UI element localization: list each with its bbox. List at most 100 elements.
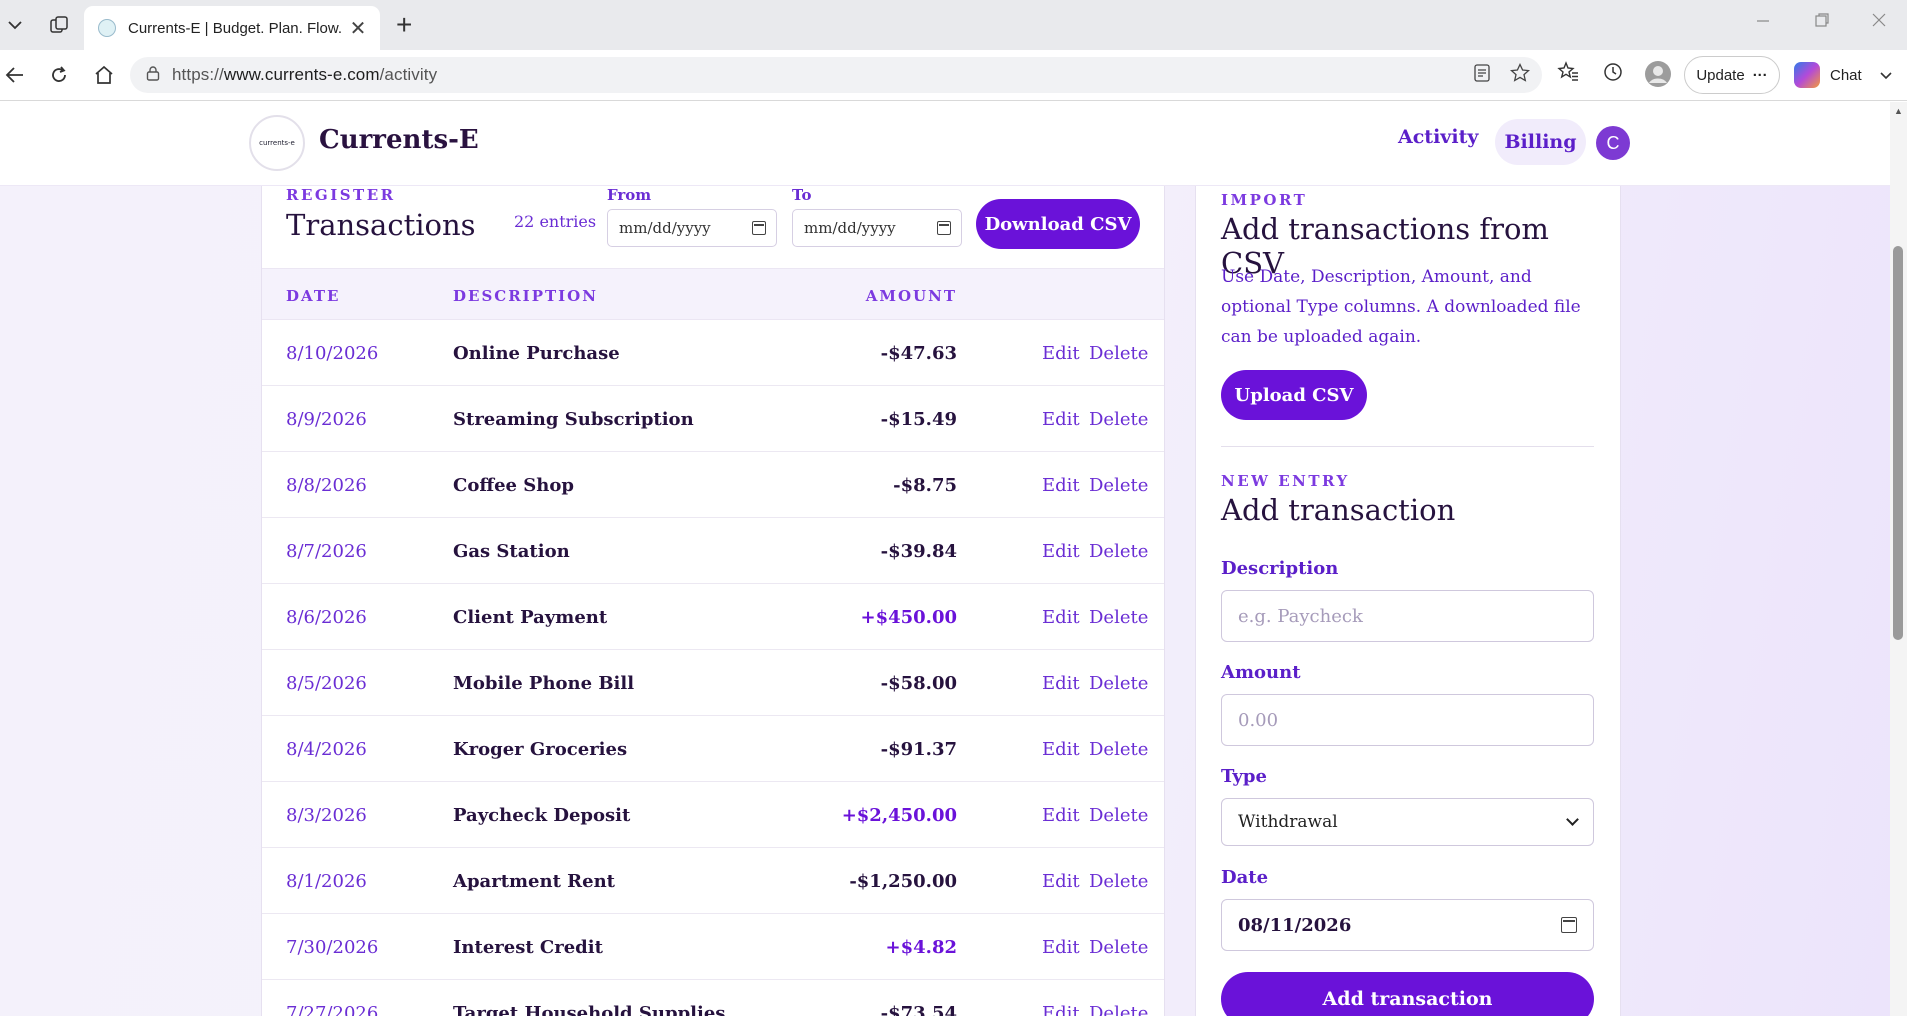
to-date-placeholder: mm/dd/yyyy — [804, 219, 896, 237]
row-date: 8/8/2026 — [286, 475, 367, 496]
profile-icon[interactable] — [1644, 60, 1672, 93]
calendar-icon[interactable] — [1561, 917, 1577, 933]
row-amount: -$58.00 — [880, 673, 957, 694]
scrollbar-thumb[interactable] — [1893, 246, 1903, 640]
minimize-icon[interactable] — [1756, 10, 1770, 33]
site-favicon-icon — [98, 19, 116, 37]
home-icon[interactable] — [90, 61, 118, 89]
edit-link[interactable]: Edit — [1042, 409, 1080, 430]
delete-link[interactable]: Delete — [1089, 805, 1148, 826]
chat-chevron-down-icon[interactable] — [1880, 67, 1892, 84]
edit-link[interactable]: Edit — [1042, 739, 1080, 760]
to-date-input[interactable]: mm/dd/yyyy — [792, 209, 962, 247]
edit-link[interactable]: Edit — [1042, 475, 1080, 496]
row-amount: +$4.82 — [885, 937, 957, 958]
delete-link[interactable]: Delete — [1089, 1003, 1148, 1016]
tab-close-icon[interactable]: ✕ — [348, 16, 368, 41]
update-button[interactable]: Update ··· — [1684, 56, 1780, 94]
workspaces-icon[interactable] — [46, 12, 72, 38]
close-window-icon[interactable] — [1872, 10, 1886, 33]
edit-link[interactable]: Edit — [1042, 805, 1080, 826]
edit-link[interactable]: Edit — [1042, 673, 1080, 694]
delete-link[interactable]: Delete — [1089, 739, 1148, 760]
from-date-placeholder: mm/dd/yyyy — [619, 219, 711, 237]
history-icon[interactable] — [1602, 61, 1624, 88]
upload-csv-button[interactable]: Upload CSV — [1221, 370, 1367, 420]
copilot-icon — [1794, 62, 1820, 88]
table-row: 8/4/2026 Kroger Groceries -$91.37 Edit D… — [262, 716, 1164, 782]
table-row: 8/1/2026 Apartment Rent -$1,250.00 Edit … — [262, 848, 1164, 914]
table-row: 7/27/2026 Target Household Supplies -$73… — [262, 980, 1164, 1016]
page-scrollbar[interactable]: ▲ — [1890, 102, 1907, 1016]
import-eyebrow: IMPORT — [1221, 191, 1308, 209]
table-header: DATE DESCRIPTION AMOUNT — [262, 268, 1164, 320]
register-title: Transactions — [286, 208, 476, 242]
row-description: Paycheck Deposit — [453, 805, 631, 826]
scroll-up-arrow-icon[interactable]: ▲ — [1894, 106, 1903, 116]
from-date-input[interactable]: mm/dd/yyyy — [607, 209, 777, 247]
table-row: 8/7/2026 Gas Station -$39.84 Edit Delete — [262, 518, 1164, 584]
brand-name[interactable]: Currents-E — [319, 125, 479, 155]
calendar-icon[interactable] — [937, 221, 951, 235]
tab-list-chevron-icon[interactable] — [2, 12, 28, 38]
reader-mode-icon[interactable] — [1474, 63, 1490, 87]
from-label: From — [607, 186, 652, 204]
logo[interactable]: currents-e — [249, 115, 305, 171]
browser-tab-active[interactable]: Currents-E | Budget. Plan. Flow. ✕ — [84, 6, 380, 50]
favorites-icon[interactable] — [1557, 61, 1579, 88]
delete-link[interactable]: Delete — [1089, 475, 1148, 496]
url-text[interactable]: https://www.currents-e.com/activity — [172, 65, 1474, 85]
logo-wordmark: currents-e — [259, 139, 295, 147]
description-input[interactable]: e.g. Paycheck — [1221, 590, 1594, 642]
calendar-icon[interactable] — [752, 221, 766, 235]
amount-input[interactable]: 0.00 — [1221, 694, 1594, 746]
avatar[interactable]: C — [1596, 126, 1630, 160]
delete-link[interactable]: Delete — [1089, 541, 1148, 562]
edit-link[interactable]: Edit — [1042, 1003, 1080, 1016]
site-header: currents-e Currents-E Activity Billing C — [0, 102, 1890, 186]
row-description: Kroger Groceries — [453, 739, 628, 760]
row-description: Target Household Supplies — [453, 1003, 726, 1016]
download-csv-button[interactable]: Download CSV — [976, 199, 1140, 249]
add-transaction-button[interactable]: Add transaction — [1221, 972, 1594, 1016]
date-input[interactable]: 08/11/2026 — [1221, 899, 1594, 951]
table-row: 8/5/2026 Mobile Phone Bill -$58.00 Edit … — [262, 650, 1164, 716]
row-date: 7/30/2026 — [286, 937, 379, 958]
delete-link[interactable]: Delete — [1089, 343, 1148, 364]
delete-link[interactable]: Delete — [1089, 871, 1148, 892]
page-viewport: REGISTER Transactions 22 entries From mm… — [0, 102, 1907, 1016]
nav-activity[interactable]: Activity — [1398, 126, 1478, 148]
edit-link[interactable]: Edit — [1042, 871, 1080, 892]
delete-link[interactable]: Delete — [1089, 673, 1148, 694]
row-amount: -$1,250.00 — [849, 871, 957, 892]
description-placeholder: e.g. Paycheck — [1238, 605, 1363, 627]
row-date: 8/4/2026 — [286, 739, 367, 760]
address-bar[interactable]: https://www.currents-e.com/activity — [130, 57, 1542, 93]
copilot-chat-button[interactable]: Chat — [1790, 56, 1907, 94]
type-select[interactable]: Withdrawal — [1221, 798, 1594, 846]
delete-link[interactable]: Delete — [1089, 409, 1148, 430]
row-amount: -$15.49 — [880, 409, 957, 430]
section-divider — [1221, 446, 1594, 447]
restore-icon[interactable] — [1815, 10, 1829, 33]
new-tab-button[interactable]: + — [396, 11, 412, 39]
more-options-icon[interactable]: ··· — [1753, 67, 1768, 84]
site-info-lock-icon[interactable] — [146, 65, 160, 86]
tab-title: Currents-E | Budget. Plan. Flow. — [128, 19, 342, 37]
edit-link[interactable]: Edit — [1042, 343, 1080, 364]
row-description: Gas Station — [453, 541, 570, 562]
delete-link[interactable]: Delete — [1089, 937, 1148, 958]
edit-link[interactable]: Edit — [1042, 541, 1080, 562]
url-host: www.currents-e.com — [223, 65, 380, 84]
row-amount: -$8.75 — [893, 475, 957, 496]
delete-link[interactable]: Delete — [1089, 607, 1148, 628]
reload-icon[interactable] — [45, 61, 73, 89]
edit-link[interactable]: Edit — [1042, 937, 1080, 958]
side-panel: IMPORT Add transactions from CSV Use Dat… — [1195, 186, 1621, 1016]
back-icon[interactable] — [1, 61, 29, 89]
to-label: To — [792, 186, 812, 204]
edit-link[interactable]: Edit — [1042, 607, 1080, 628]
nav-billing[interactable]: Billing — [1495, 119, 1586, 165]
table-row: 8/8/2026 Coffee Shop -$8.75 Edit Delete — [262, 452, 1164, 518]
favorite-star-icon[interactable] — [1509, 62, 1531, 88]
